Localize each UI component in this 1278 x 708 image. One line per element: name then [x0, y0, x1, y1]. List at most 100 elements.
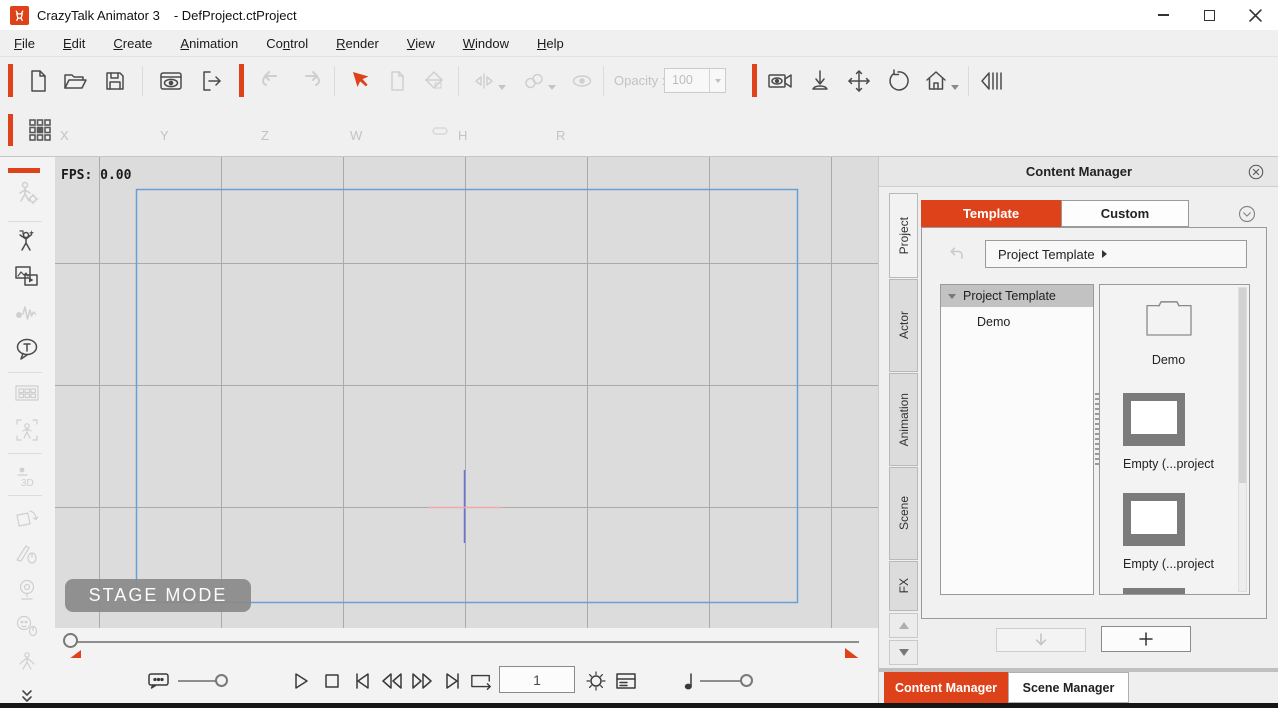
play-button[interactable]	[290, 670, 312, 692]
side-tabs-scroll-down[interactable]	[889, 640, 918, 665]
render-settings-button[interactable]	[585, 670, 607, 692]
actor-setup-button[interactable]	[13, 179, 41, 207]
side-tabs-scroll-up[interactable]	[889, 613, 918, 638]
project-thumbnail-partial[interactable]	[1123, 588, 1185, 594]
side-tab-fx[interactable]: FX	[889, 561, 918, 611]
caption-slider-handle[interactable]	[215, 674, 228, 687]
panel-close-button[interactable]	[1247, 163, 1265, 181]
volume-slider-handle[interactable]	[740, 674, 753, 687]
camera-view-button[interactable]	[766, 67, 794, 95]
tree-item-demo[interactable]: Demo	[941, 312, 1093, 332]
pin-to-ground-button[interactable]	[806, 67, 834, 95]
side-tab-animation[interactable]: Animation	[889, 373, 918, 466]
maximize-button[interactable]	[1186, 0, 1232, 30]
menu-create[interactable]: Create	[99, 32, 166, 55]
opacity-label: Opacity :	[614, 73, 665, 88]
timeline-panel-button[interactable]	[615, 670, 637, 692]
link-wh-icon[interactable]	[432, 126, 448, 136]
opacity-dropdown[interactable]: 100	[664, 68, 726, 93]
tree-root[interactable]: Project Template	[941, 285, 1093, 307]
menu-control[interactable]: Control	[252, 32, 322, 55]
home-view-button[interactable]	[922, 67, 950, 95]
undo-button[interactable]	[258, 67, 286, 95]
duplicate-button[interactable]	[382, 67, 410, 95]
go-to-start-button[interactable]	[351, 670, 373, 692]
minimize-button[interactable]	[1140, 0, 1186, 30]
link-button[interactable]	[520, 67, 548, 95]
thumbnail-scrollbar[interactable]	[1238, 287, 1247, 592]
bottom-tab-scene-manager[interactable]: Scene Manager	[1008, 672, 1129, 703]
panel-collapse-button[interactable]	[1237, 204, 1257, 224]
menu-view[interactable]: View	[393, 32, 449, 55]
prop-rotate-button[interactable]	[13, 505, 41, 533]
hand-puppet-button[interactable]	[13, 539, 41, 567]
preview-button[interactable]	[157, 67, 185, 95]
webcam-button[interactable]	[13, 576, 41, 604]
actor-frame-button[interactable]	[13, 416, 41, 444]
select-tool-button[interactable]	[346, 67, 374, 95]
open-project-button[interactable]	[61, 67, 89, 95]
add-content-button[interactable]	[1101, 626, 1191, 652]
save-project-button[interactable]	[101, 67, 129, 95]
export-button[interactable]	[198, 67, 226, 95]
back-button[interactable]	[947, 244, 967, 264]
3d-motion-button[interactable]: 3D	[13, 463, 41, 491]
toolbar-separator	[603, 66, 604, 96]
visibility-button[interactable]	[568, 67, 596, 95]
menu-render[interactable]: Render	[322, 32, 393, 55]
sidebar-accent-bar	[8, 168, 40, 173]
next-frame-button[interactable]	[411, 670, 433, 692]
menu-window[interactable]: Window	[449, 32, 523, 55]
apply-down-button[interactable]	[996, 628, 1086, 652]
menu-edit[interactable]: Edit	[49, 32, 99, 55]
fill-color-button[interactable]	[420, 67, 448, 95]
flip-button[interactable]	[470, 67, 498, 95]
media-button[interactable]	[13, 263, 41, 291]
bottom-tab-content-manager[interactable]: Content Manager	[884, 672, 1008, 703]
tab-template[interactable]: Template	[921, 200, 1061, 227]
project-thumbnail[interactable]	[1123, 493, 1185, 546]
side-tab-actor[interactable]: Actor	[889, 279, 918, 372]
content-browser: Project Template Project Template Demo D…	[921, 227, 1267, 619]
stop-button[interactable]	[321, 670, 343, 692]
audio-levels-button[interactable]	[978, 67, 1006, 95]
home-view-dropdown-icon[interactable]	[951, 85, 959, 90]
face-mocap-button[interactable]	[13, 612, 41, 640]
previous-frame-button[interactable]	[381, 670, 403, 692]
folder-item-demo[interactable]	[1123, 295, 1185, 353]
loop-button[interactable]	[470, 670, 492, 692]
create-actor-button[interactable]	[13, 226, 41, 254]
text-bubble-button[interactable]	[13, 335, 41, 363]
side-tab-project[interactable]: Project	[889, 193, 918, 278]
side-tab-scene[interactable]: Scene	[889, 467, 918, 560]
thumbnail-label: Demo	[1100, 353, 1237, 367]
rotate-tool-button[interactable]	[884, 67, 912, 95]
link-dropdown-icon[interactable]	[548, 85, 556, 90]
breadcrumb[interactable]: Project Template	[985, 240, 1247, 268]
opacity-dropdown-button[interactable]	[709, 69, 725, 92]
menu-file[interactable]: File	[0, 32, 49, 55]
audio-wave-button[interactable]	[13, 299, 41, 327]
tab-custom[interactable]: Custom	[1061, 200, 1189, 227]
timeline-playhead-handle[interactable]	[63, 633, 78, 648]
toolbar-accent-bar	[239, 64, 244, 97]
align-grid-button[interactable]	[26, 116, 54, 144]
maximize-icon	[1204, 10, 1215, 21]
body-puppet-button[interactable]	[13, 648, 41, 676]
move-tool-button[interactable]	[845, 67, 873, 95]
go-to-end-button[interactable]	[442, 670, 464, 692]
stage-canvas[interactable]: FPS: 0.00 STAGE MODE	[55, 157, 878, 628]
frame-counter-input[interactable]	[500, 667, 574, 692]
project-thumbnail[interactable]	[1123, 393, 1185, 446]
menu-animation[interactable]: Animation	[166, 32, 252, 55]
caption-toggle-button[interactable]	[148, 670, 170, 692]
frame-counter[interactable]	[499, 666, 575, 693]
menu-help[interactable]: Help	[523, 32, 578, 55]
close-button[interactable]	[1232, 0, 1278, 30]
redo-button[interactable]	[296, 67, 324, 95]
flip-dropdown-icon[interactable]	[498, 85, 506, 90]
scrollbar-thumb[interactable]	[1239, 288, 1246, 483]
new-project-button[interactable]	[24, 67, 52, 95]
frames-grid-button[interactable]	[13, 379, 41, 407]
timeline-track[interactable]	[69, 641, 859, 643]
